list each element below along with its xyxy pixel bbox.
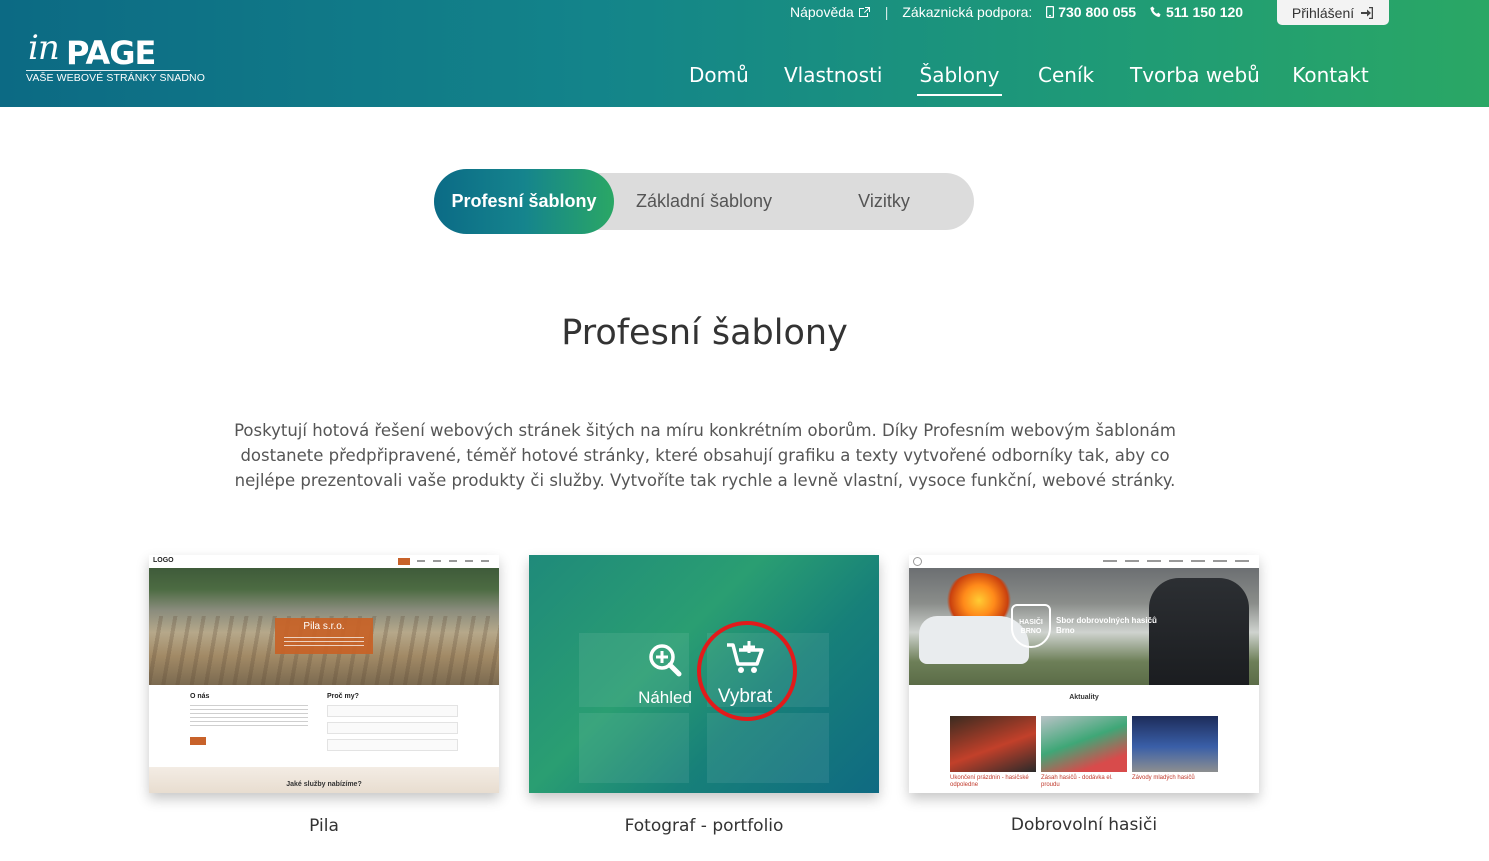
zoom-in-icon	[649, 644, 682, 677]
thumb-hero-badge: Pila s.r.o.	[275, 618, 373, 654]
nav-templates[interactable]: Šablony	[917, 60, 1002, 96]
topbar: Nápověda | Zákaznická podpora: 730 800 0…	[790, 4, 1243, 20]
thumb-about-heading: O nás	[190, 693, 210, 700]
thumb-hero-title: Sbor dobrovolných hasičů Brno	[1056, 616, 1157, 635]
thumb-news-section: Aktuality Ukončení prázdnin - hasičské o…	[909, 685, 1259, 793]
preview-button[interactable]: Náhled	[637, 643, 693, 708]
landline-phone[interactable]: 511 150 120	[1150, 4, 1243, 20]
tab-basic[interactable]: Základní šablony	[614, 173, 794, 230]
thumb-about-text	[190, 705, 308, 727]
nav-web-creation[interactable]: Tvorba webů	[1130, 60, 1260, 96]
thumb-why-row	[327, 705, 458, 717]
thumb-why-heading: Proč my?	[327, 693, 359, 700]
section-title: Profesní šablony	[561, 313, 848, 353]
inpage-logo[interactable]: in PAGE VAŠE WEBOVÉ STRÁNKY SNADNO	[26, 28, 205, 86]
template-name-pila[interactable]: Pila	[149, 816, 499, 836]
thumb-why-row	[327, 739, 458, 751]
thumb-hero-title: Pila s.r.o.	[303, 621, 345, 632]
thumb-nav-links	[417, 560, 489, 562]
external-link-icon	[858, 7, 870, 17]
thumb-news-photo	[1132, 716, 1218, 772]
logo-main: PAGE	[66, 34, 156, 72]
template-card-photographer[interactable]: Náhled Vybrat	[529, 555, 879, 793]
thumb-why-row	[327, 722, 458, 734]
thumb-navbar: LOGO	[149, 555, 499, 568]
template-name-photographer[interactable]: Fotograf - portfolio	[529, 816, 879, 836]
logo-divider	[26, 70, 190, 71]
thumb-services-band: Jaké služby nabízíme?	[149, 767, 499, 793]
nav-home[interactable]: Domů	[689, 60, 749, 96]
thumb-logo: LOGO	[153, 557, 174, 564]
thumb-news-caption: Závody mladých hasičů	[1132, 775, 1195, 781]
template-thumbnail-hover[interactable]: Náhled Vybrat	[529, 555, 879, 793]
thumb-news-heading: Aktuality	[1069, 694, 1099, 701]
help-link[interactable]: Nápověda	[790, 4, 871, 20]
help-link-label: Nápověda	[790, 4, 854, 20]
highlight-ring	[697, 621, 797, 721]
thumb-hero-text	[284, 637, 364, 649]
login-button[interactable]: Přihlášení	[1277, 0, 1389, 25]
phone-icon	[1150, 6, 1161, 17]
thumb-ghost-photo	[579, 713, 689, 783]
thumb-firefighters-photo: HASIČI BRNO Sbor dobrovolných hasičů Brn…	[909, 568, 1259, 685]
template-card-pila[interactable]: LOGO Pila s.r.o. O nás Proč my? Jaké slu…	[149, 555, 499, 793]
tab-business-cards[interactable]: Vizitky	[794, 173, 974, 230]
thumb-navbar	[909, 555, 1259, 568]
thumb-more-button	[190, 737, 206, 745]
nav-pricing[interactable]: Ceník	[1038, 60, 1094, 96]
logo-prefix: in	[28, 28, 60, 68]
mobile-icon	[1046, 5, 1055, 19]
logo-tagline: VAŠE WEBOVÉ STRÁNKY SNADNO	[26, 72, 206, 84]
section-intro: Poskytují hotová řešení webových stránek…	[234, 421, 1176, 490]
topbar-separator: |	[884, 4, 889, 20]
mobile-number: 730 800 055	[1058, 4, 1137, 20]
thumb-news-photo	[950, 716, 1036, 772]
thumb-ghost-photo	[707, 713, 829, 783]
nav-contact[interactable]: Kontakt	[1292, 60, 1369, 96]
template-thumbnail[interactable]: LOGO Pila s.r.o. O nás Proč my? Jaké slu…	[149, 555, 499, 793]
template-category-tabs: Profesní šablony Základní šablony Vizitk…	[434, 169, 974, 234]
mobile-phone[interactable]: 730 800 055	[1046, 4, 1136, 20]
template-name-firefighters[interactable]: Dobrovolní hasiči	[909, 815, 1259, 835]
tab-professional[interactable]: Profesní šablony	[434, 169, 614, 234]
thumb-emblem-icon	[913, 557, 922, 566]
thumb-news-caption: Ukončení prázdnin - hasičské odpoledne	[950, 775, 1029, 788]
login-label: Přihlášení	[1291, 4, 1355, 21]
thumb-news-caption: Zásah hasičů - dodávka el. proudu	[1041, 775, 1113, 788]
thumb-services-heading: Jaké služby nabízíme?	[286, 781, 362, 788]
support-label: Zákaznická podpora:	[902, 4, 1033, 20]
preview-label: Náhled	[638, 688, 692, 707]
thumb-nav-active	[398, 558, 410, 565]
site-header: in PAGE VAŠE WEBOVÉ STRÁNKY SNADNO Nápov…	[0, 0, 1489, 107]
thumb-news-photo	[1041, 716, 1127, 772]
thumb-nav-links	[1103, 560, 1253, 562]
thumb-sawmill-photo: Pila s.r.o.	[149, 568, 499, 685]
template-card-firefighters[interactable]: HASIČI BRNO Sbor dobrovolných hasičů Brn…	[909, 555, 1259, 793]
template-thumbnail[interactable]: HASIČI BRNO Sbor dobrovolných hasičů Brn…	[909, 555, 1259, 793]
thumb-shield-badge: HASIČI BRNO	[1011, 604, 1051, 648]
nav-features[interactable]: Vlastnosti	[784, 60, 883, 96]
phone-number: 511 150 120	[1165, 4, 1244, 20]
sign-in-icon	[1361, 6, 1374, 19]
